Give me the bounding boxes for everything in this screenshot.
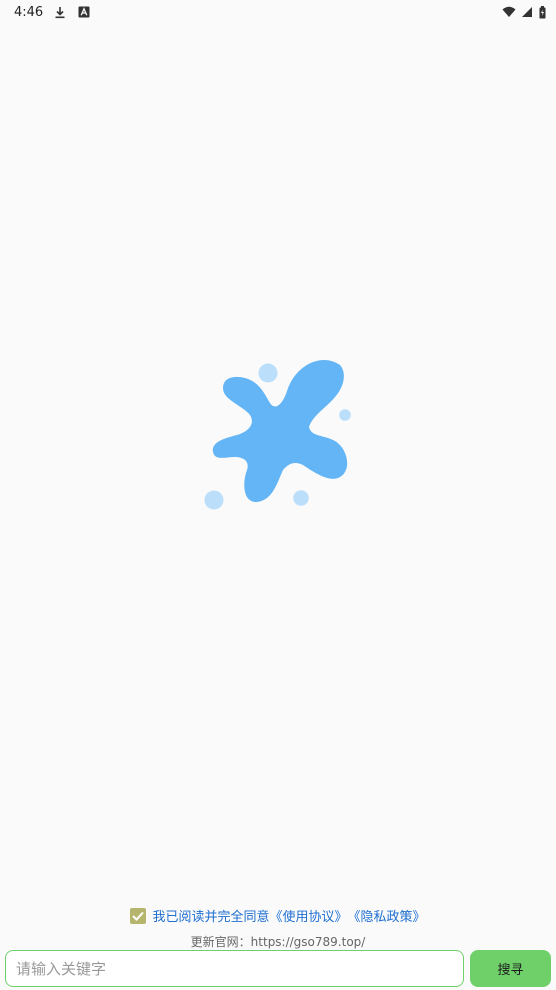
- download-icon: [53, 5, 67, 19]
- agree-checkbox[interactable]: [130, 907, 147, 924]
- splash-screen: 4:46 我已阅读并完全同意 《使用协议》 《隐私政策》 更新官网：https:…: [0, 0, 556, 990]
- splash-logo-icon: [204, 359, 351, 510]
- agreement-text: 我已阅读并完全同意 《使用协议》 《隐私政策》: [152, 906, 425, 925]
- status-bar: 4:46: [0, 0, 556, 24]
- check-icon: [132, 911, 145, 921]
- status-left: 4:46: [14, 5, 91, 20]
- status-right: [502, 5, 546, 19]
- search-bar: 搜寻: [5, 950, 551, 987]
- cell-signal-icon: [520, 5, 534, 19]
- terms-link[interactable]: 《使用协议》: [269, 906, 347, 925]
- wifi-icon: [502, 5, 516, 19]
- battery-icon: [538, 5, 546, 19]
- agreement-label: 我已阅读并完全同意: [152, 910, 270, 925]
- update-site-text: 更新官网：https://gso789.top/: [190, 935, 366, 949]
- search-input[interactable]: [5, 950, 464, 987]
- search-button[interactable]: 搜寻: [470, 950, 551, 987]
- privacy-link[interactable]: 《隐私政策》: [348, 906, 426, 925]
- agreement-row: 我已阅读并完全同意 《使用协议》 《隐私政策》: [0, 906, 556, 925]
- status-time: 4:46: [14, 4, 44, 20]
- a-badge-icon: [77, 5, 91, 19]
